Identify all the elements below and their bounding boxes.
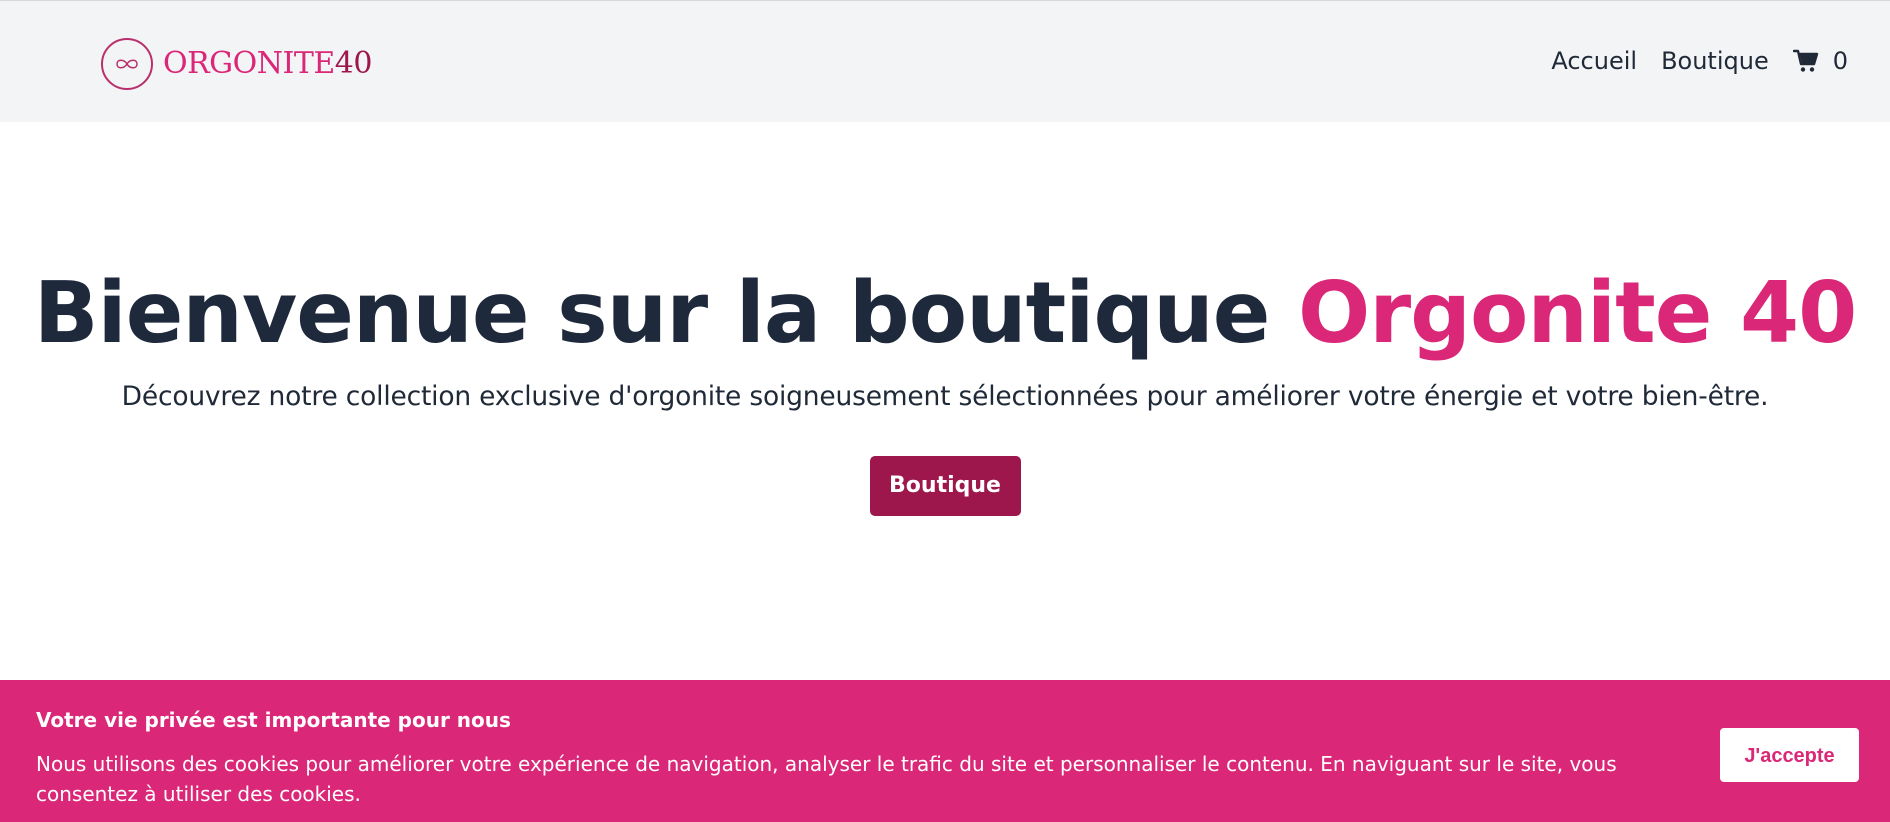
nav-link-boutique[interactable]: Boutique <box>1661 47 1769 75</box>
hero-title-main: Bienvenue sur la boutique <box>33 264 1271 363</box>
brand-name: ORGONITE40 <box>163 49 372 79</box>
cookie-banner: Votre vie privée est importante pour nou… <box>0 680 1890 822</box>
brand-name-part1: ORGONITE <box>163 46 335 81</box>
accept-cookies-button[interactable]: J'accepte <box>1720 728 1859 782</box>
infinity-icon <box>101 38 153 90</box>
top-navbar: ORGONITE40 Accueil Boutique 0 <box>0 0 1890 122</box>
cart-link[interactable]: 0 <box>1792 47 1848 75</box>
main-nav: Accueil Boutique 0 <box>1551 47 1848 75</box>
hero-section: Bienvenue sur la boutique Orgonite 40 Dé… <box>0 122 1890 516</box>
cookie-banner-title: Votre vie privée est importante pour nou… <box>36 708 511 732</box>
cart-icon <box>1792 49 1819 73</box>
cookie-banner-text: Nous utilisons des cookies pour améliore… <box>36 752 1617 806</box>
cart-count: 0 <box>1832 47 1848 75</box>
brand-logo-link[interactable]: ORGONITE40 <box>101 38 372 90</box>
brand-name-part2: 40 <box>334 46 373 81</box>
nav-link-accueil[interactable]: Accueil <box>1551 47 1637 75</box>
boutique-button[interactable]: Boutique <box>869 455 1021 516</box>
hero-subtitle: Découvrez notre collection exclusive d'o… <box>121 380 1769 412</box>
hero-title: Bienvenue sur la boutique Orgonite 40 <box>0 267 1890 361</box>
hero-title-accent: Orgonite 40 <box>1298 264 1857 363</box>
